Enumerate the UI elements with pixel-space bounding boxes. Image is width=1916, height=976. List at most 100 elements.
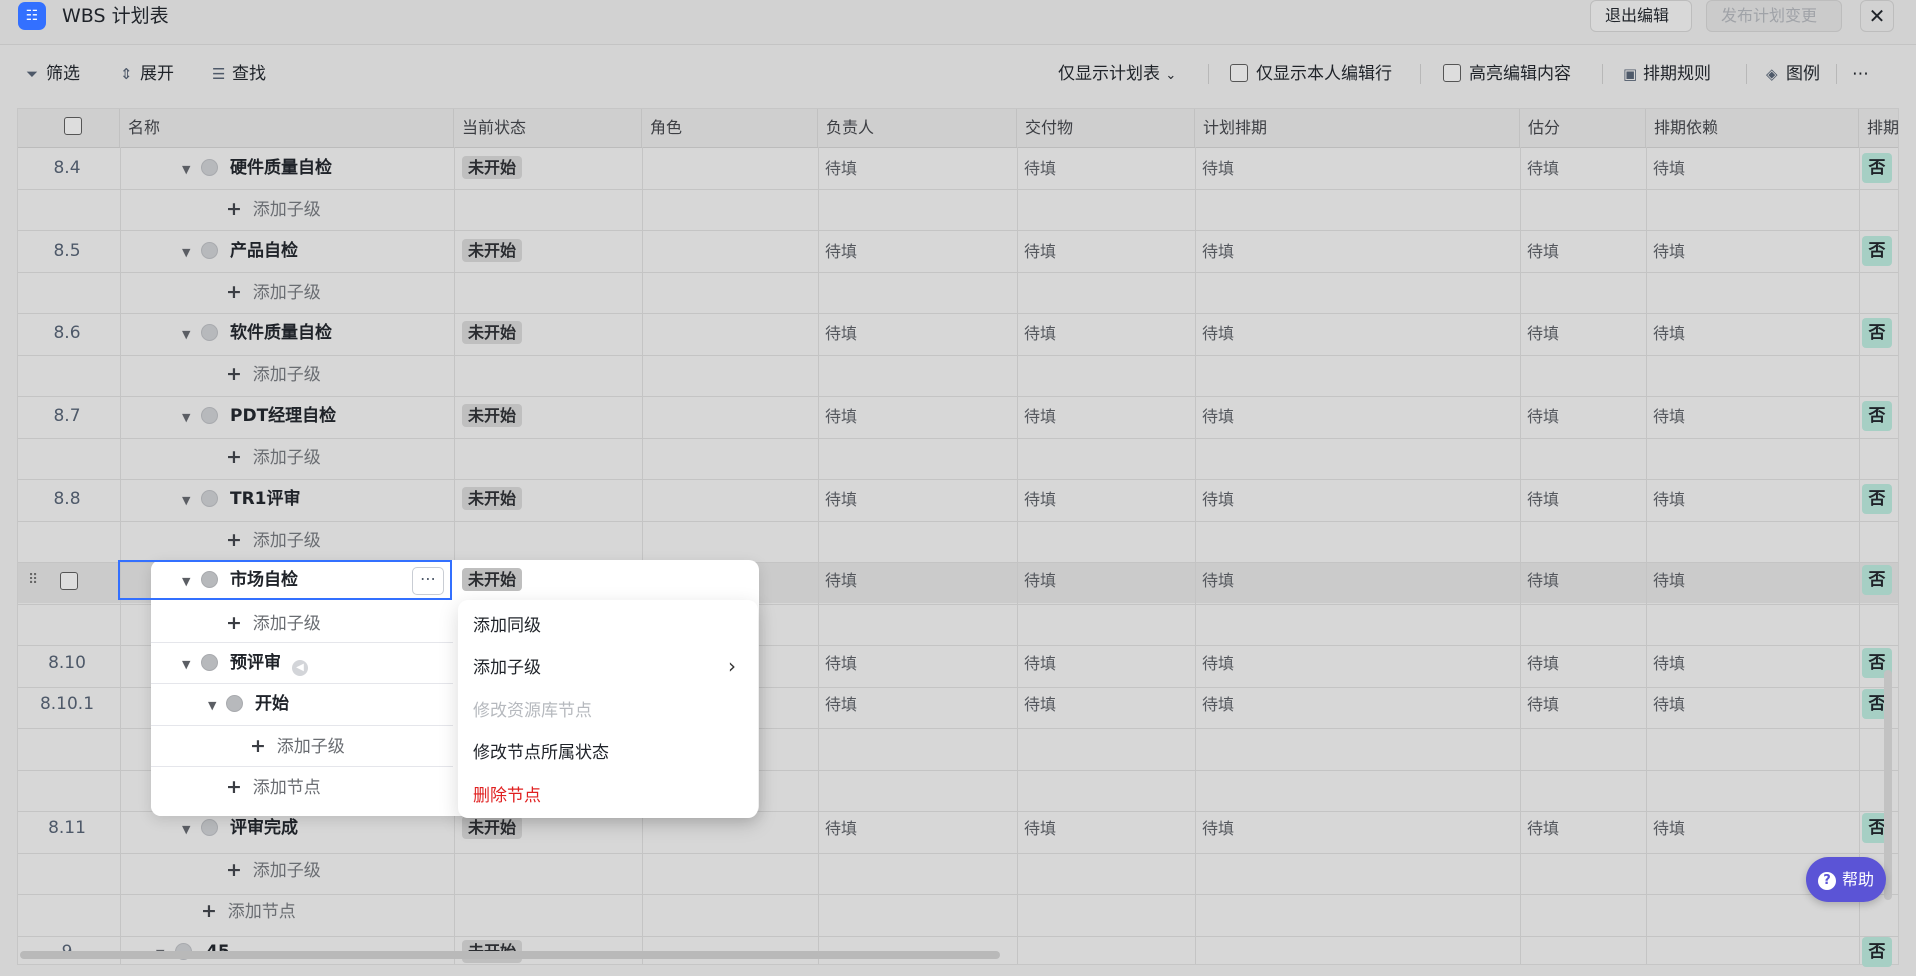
row-expand-arrow[interactable]: ▼ (182, 405, 190, 429)
schedule-rules-button[interactable]: ▣ 排期规则 (1623, 62, 1711, 86)
menu-delete-node[interactable]: 删除节点 (473, 784, 541, 808)
node-name[interactable]: 硬件质量自检 (230, 157, 332, 179)
cell-deliv[interactable]: 待填 (1024, 241, 1056, 263)
row-checkbox[interactable] (60, 572, 78, 590)
node-name[interactable]: 评审完成 (230, 817, 298, 839)
col-dependency[interactable]: 排期依赖 (1646, 109, 1859, 147)
node-name[interactable]: 市场自检 (230, 569, 298, 591)
cell-sched[interactable]: 待填 (1202, 694, 1234, 716)
menu-add-sibling[interactable]: 添加同级 (473, 614, 541, 638)
find-button[interactable]: ☰ 查找 (212, 62, 266, 86)
cell-score[interactable]: 待填 (1527, 158, 1559, 180)
col-schedule-flag[interactable]: 排期 (1859, 109, 1898, 147)
cell-score[interactable]: 待填 (1527, 241, 1559, 263)
schedule-flag-badge[interactable]: 否 (1862, 937, 1892, 967)
cell-owner[interactable]: 待填 (825, 241, 857, 263)
cell-sched[interactable]: 待填 (1202, 570, 1234, 592)
highlight-checkbox[interactable]: 高亮编辑内容 (1443, 62, 1571, 86)
row-expand-arrow[interactable]: ▼ (182, 652, 190, 676)
add-child-row[interactable]: + 添加子级 (226, 446, 321, 469)
row-expand-arrow[interactable]: ▼ (182, 322, 190, 346)
plan-only-dropdown[interactable]: 仅显示计划表 ⌄ (1058, 62, 1176, 88)
node-name[interactable]: 产品自检 (230, 240, 298, 262)
cell-dep[interactable]: 待填 (1653, 158, 1685, 180)
cell-dep[interactable]: 待填 (1653, 323, 1685, 345)
add-child-row[interactable]: + 添加子级 (226, 529, 321, 552)
legend-button[interactable]: ◈ 图例 (1766, 62, 1820, 86)
cell-dep[interactable]: 待填 (1653, 818, 1685, 840)
cell-score[interactable]: 待填 (1527, 570, 1559, 592)
add-node-row[interactable]: + 添加节点 (226, 776, 321, 799)
cell-deliv[interactable]: 待填 (1024, 158, 1056, 180)
cell-deliv[interactable]: 待填 (1024, 694, 1056, 716)
cell-owner[interactable]: 待填 (825, 694, 857, 716)
add-node-row[interactable]: + 添加节点 (201, 900, 296, 923)
col-status[interactable]: 当前状态 (454, 109, 642, 147)
cell-deliv[interactable]: 待填 (1024, 653, 1056, 675)
publish-changes-button[interactable]: 发布计划变更 (1706, 0, 1842, 32)
cell-score[interactable]: 待填 (1527, 653, 1559, 675)
row-expand-arrow[interactable]: ▼ (182, 157, 190, 181)
menu-add-child[interactable]: 添加子级 (473, 656, 541, 680)
cell-deliv[interactable]: 待填 (1024, 570, 1056, 592)
cell-owner[interactable]: 待填 (825, 818, 857, 840)
vertical-scrollbar[interactable] (1884, 670, 1892, 900)
cell-sched[interactable]: 待填 (1202, 158, 1234, 180)
node-name[interactable]: 软件质量自检 (230, 322, 332, 344)
filter-button[interactable]: ⏷ 筛选 (26, 62, 80, 86)
cell-deliv[interactable]: 待填 (1024, 818, 1056, 840)
node-name[interactable]: TR1评审 (230, 488, 301, 510)
cell-score[interactable]: 待填 (1527, 489, 1559, 511)
schedule-flag-badge[interactable]: 否 (1862, 318, 1892, 348)
col-score[interactable]: 估分 (1520, 109, 1646, 147)
cell-dep[interactable]: 待填 (1653, 570, 1685, 592)
add-child-row[interactable]: + 添加子级 (226, 612, 321, 635)
select-all-checkbox[interactable] (64, 117, 82, 135)
node-name[interactable]: 预评审 (230, 652, 281, 674)
checkbox[interactable] (1230, 64, 1248, 82)
schedule-flag-badge[interactable]: 否 (1862, 236, 1892, 266)
add-child-row[interactable]: + 添加子级 (250, 735, 345, 758)
cell-sched[interactable]: 待填 (1202, 323, 1234, 345)
cell-dep[interactable]: 待填 (1653, 406, 1685, 428)
cell-score[interactable]: 待填 (1527, 818, 1559, 840)
node-name[interactable]: 开始 (255, 693, 289, 715)
my-rows-checkbox[interactable]: 仅显示本人编辑行 (1230, 62, 1392, 86)
schedule-flag-badge[interactable]: 否 (1862, 153, 1892, 183)
cell-deliv[interactable]: 待填 (1024, 489, 1056, 511)
more-options-button[interactable]: ⋯ (1852, 62, 1869, 86)
cell-owner[interactable]: 待填 (825, 406, 857, 428)
schedule-flag-badge[interactable]: 否 (1862, 484, 1892, 514)
menu-modify-node-state[interactable]: 修改节点所属状态 (473, 741, 609, 765)
cell-sched[interactable]: 待填 (1202, 406, 1234, 428)
cell-owner[interactable]: 待填 (825, 653, 857, 675)
col-schedule[interactable]: 计划排期 (1195, 109, 1520, 147)
drag-handle-icon[interactable]: ⠿ (28, 572, 38, 588)
cell-dep[interactable]: 待填 (1653, 653, 1685, 675)
cell-score[interactable]: 待填 (1527, 323, 1559, 345)
row-expand-arrow[interactable]: ▼ (182, 817, 190, 841)
schedule-flag-badge[interactable]: 否 (1862, 401, 1892, 431)
add-child-row[interactable]: + 添加子级 (226, 363, 321, 386)
menu-modify-library-node[interactable]: 修改资源库节点 (473, 699, 592, 723)
add-child-row[interactable]: + 添加子级 (226, 859, 321, 882)
help-button[interactable]: ? 帮助 (1806, 857, 1886, 902)
cell-owner[interactable]: 待填 (825, 570, 857, 592)
row-more-button[interactable]: ⋯ (412, 567, 444, 595)
col-role[interactable]: 角色 (642, 109, 818, 147)
expand-button[interactable]: ⇕ 展开 (120, 62, 174, 86)
cell-dep[interactable]: 待填 (1653, 241, 1685, 263)
cell-owner[interactable]: 待填 (825, 323, 857, 345)
cell-owner[interactable]: 待填 (825, 489, 857, 511)
row-expand-arrow[interactable]: ▼ (182, 569, 190, 593)
row-expand-arrow[interactable]: ▼ (182, 488, 190, 512)
cell-dep[interactable]: 待填 (1653, 489, 1685, 511)
close-icon[interactable]: ✕ (1860, 0, 1894, 32)
cell-score[interactable]: 待填 (1527, 694, 1559, 716)
cell-sched[interactable]: 待填 (1202, 653, 1234, 675)
exit-edit-button[interactable]: 退出编辑 (1590, 0, 1692, 32)
add-child-row[interactable]: + 添加子级 (226, 198, 321, 221)
col-owner[interactable]: 负责人 (818, 109, 1017, 147)
schedule-flag-badge[interactable]: 否 (1862, 565, 1892, 595)
cell-sched[interactable]: 待填 (1202, 241, 1234, 263)
